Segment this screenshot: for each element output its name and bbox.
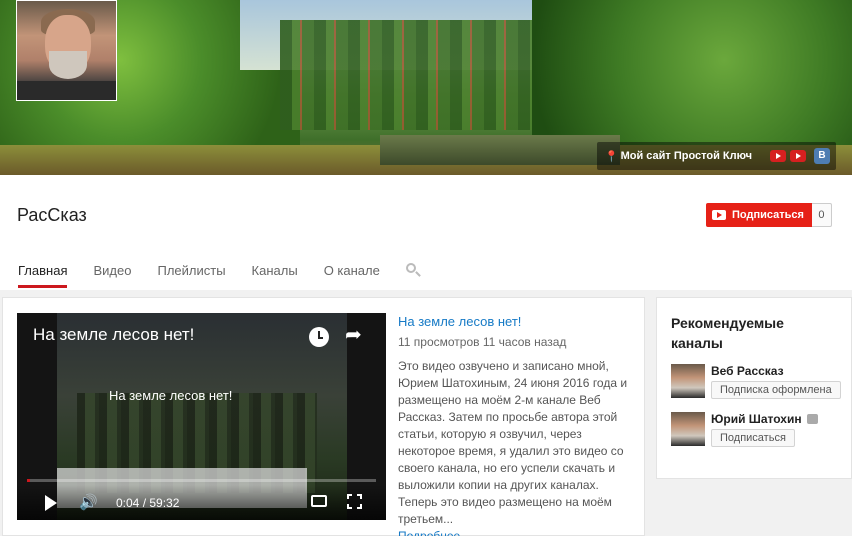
location-pin-icon: 📍 [604, 151, 619, 163]
time-display: 0:04 / 59:32 [116, 496, 180, 510]
channel-avatar[interactable] [16, 0, 117, 101]
tab-videos[interactable]: Видео [93, 255, 131, 288]
sidebar-title: Рекомендуемые каналы [671, 315, 784, 351]
subscribe-label: Подписаться [732, 209, 804, 221]
subscriber-count: 0 [811, 203, 832, 227]
progress-bar[interactable] [27, 479, 376, 482]
subscribe-widget: Подписаться 0 [706, 203, 832, 227]
youtube-link-icon[interactable] [770, 150, 786, 162]
tab-playlists[interactable]: Плейлисты [157, 255, 225, 288]
watch-later-icon[interactable] [309, 327, 329, 347]
site-link[interactable]: Мой сайт Простой Ключ [621, 150, 752, 162]
volume-icon[interactable]: 🔊 [79, 495, 98, 511]
avatar[interactable] [671, 412, 705, 446]
tab-channels[interactable]: Каналы [252, 255, 298, 288]
subscribe-button[interactable]: Подписаться [706, 203, 812, 227]
youtube-link-icon-2[interactable] [790, 150, 806, 162]
channel-name-label: Юрий Шатохин [711, 412, 802, 426]
channel-tabs: Главная Видео Плейлисты Каналы О канале [0, 255, 421, 290]
video-description: Это видео озвучено и записано мной, Юрие… [398, 359, 628, 526]
channel-name[interactable]: Юрий Шатохин [711, 412, 818, 426]
avatar[interactable] [671, 364, 705, 398]
fullscreen-icon[interactable] [347, 494, 362, 509]
recommended-channel-item: Юрий Шатохин Подписаться [671, 412, 851, 448]
subtitles-icon[interactable] [311, 495, 327, 507]
player-inner-title: На земле лесов нет! [109, 388, 233, 403]
video-player[interactable]: На земле лесов нет! На земле лесов нет! … [17, 313, 386, 520]
video-title-link[interactable]: На земле лесов нет! [398, 314, 638, 329]
verified-icon [806, 414, 818, 424]
more-link[interactable]: Подробнее... [398, 528, 638, 536]
youtube-icon [712, 210, 726, 220]
tab-home[interactable]: Главная [18, 255, 68, 288]
channel-header: РасСказ Подписаться 0 Главная Видео Плей… [0, 175, 852, 290]
featured-video-section: На земле лесов нет! На земле лесов нет! … [2, 297, 645, 536]
channel-name[interactable]: Веб Рассказ [711, 364, 784, 378]
subscribe-button[interactable]: Подписаться [711, 429, 795, 447]
vk-link-icon[interactable]: В [814, 148, 830, 164]
share-icon[interactable]: ➦ [345, 325, 362, 345]
progress-fill [27, 479, 31, 482]
play-icon[interactable] [45, 495, 57, 511]
subscribed-button[interactable]: Подписка оформлена [711, 381, 841, 399]
player-controls: 🔊 0:04 / 59:32 [17, 485, 386, 520]
channel-banner: 📍 Мой сайт Простой Ключ В [0, 0, 852, 175]
player-title[interactable]: На земле лесов нет! [33, 325, 194, 345]
video-info: На земле лесов нет! 11 просмотров 11 час… [398, 314, 638, 536]
tab-about[interactable]: О канале [324, 255, 380, 288]
banner-links: 📍 Мой сайт Простой Ключ В [596, 142, 836, 170]
recommended-channels: Рекомендуемые каналы Веб Рассказ Подписк… [656, 297, 852, 479]
video-meta: 11 просмотров 11 часов назад [398, 335, 567, 349]
channel-title[interactable]: РасСказ [17, 205, 87, 226]
recommended-channel-item: Веб Рассказ Подписка оформлена [671, 364, 851, 400]
search-icon[interactable] [405, 263, 421, 277]
